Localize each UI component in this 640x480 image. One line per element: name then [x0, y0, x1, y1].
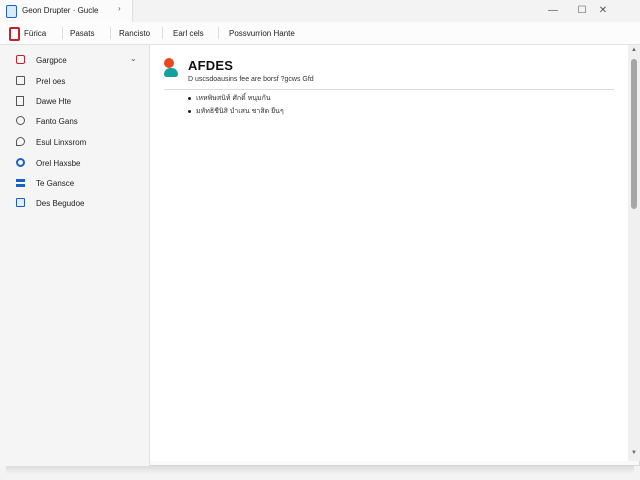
sidebar: Gargpce ⌄ Prel oes Dawe Hte Fanto Gans E… [0, 45, 150, 466]
sidebar-item-label: Prel oes [36, 77, 66, 86]
list-item: เหหพิษสนิท้ ศักดิ์ หนุมกัน [188, 93, 271, 104]
tab-close-icon[interactable]: › [118, 4, 121, 13]
toolbar-item-0[interactable]: Fürica [24, 29, 46, 38]
toolbar-divider [218, 27, 219, 39]
bullet-icon [188, 96, 191, 100]
toolbar-item-4[interactable]: Possvurrion Hante [229, 29, 295, 38]
list-item: มหัทธิชีนิสิ บำเสน ชาสิด ยืนๆ [188, 106, 284, 117]
sidebar-item-6[interactable]: Te Gansce [0, 173, 149, 193]
image-icon [16, 198, 25, 207]
sidebar-item-label: Orel Haxsbe [36, 159, 81, 168]
app-logo [164, 58, 178, 78]
stack-icon [16, 179, 25, 187]
scroll-down-icon[interactable]: ▼ [630, 450, 638, 456]
globe-icon [16, 158, 25, 167]
list-item-text: เหหพิษสนิท้ ศักดิ์ หนุมกัน [196, 95, 271, 102]
toolbar-item-3[interactable]: Earl cels [173, 29, 204, 38]
title-bar: Geon Drupter · Gucle › — ☐ ✕ [0, 0, 640, 22]
tab-title: Geon Drupter · Gucle [22, 6, 99, 15]
divider [164, 89, 614, 90]
vertical-scrollbar[interactable]: ▲ ▼ [628, 45, 640, 461]
page-title: AFDES [188, 58, 234, 73]
bookmark-icon[interactable] [9, 27, 20, 41]
sidebar-item-5[interactable]: Orel Haxsbe [0, 153, 149, 173]
maximize-button[interactable]: ☐ [572, 3, 592, 18]
sidebar-item-4[interactable]: Esul Linxsrom [0, 132, 149, 152]
sidebar-item-0[interactable]: Gargpce ⌄ [0, 50, 149, 70]
logo-body [164, 68, 178, 77]
sidebar-item-1[interactable]: Prel oes [0, 71, 149, 91]
logo-head [164, 58, 174, 68]
sidebar-item-label: Des Begudoe [36, 199, 85, 208]
app-icon [6, 5, 17, 18]
sidebar-item-2[interactable]: Dawe Hte [0, 91, 149, 111]
page-subtitle: D uscsdoausins fee are borsf ?gcws Gfd [188, 76, 314, 83]
toolbar-divider [62, 27, 63, 39]
circle-info-icon [16, 116, 25, 125]
scroll-up-icon[interactable]: ▲ [630, 47, 638, 53]
document-icon [16, 96, 24, 106]
sidebar-item-label: Esul Linxsrom [36, 138, 87, 147]
sidebar-item-7[interactable]: Des Begudoe [0, 193, 149, 213]
toolbar-item-2[interactable]: Rancisto [119, 29, 150, 38]
list-item-text: มหัทธิชีนิสิ บำเสน ชาสิด ยืนๆ [196, 108, 284, 115]
toolbar: Fürica Pasats Rancisto Earl cels Possvur… [0, 22, 640, 45]
sidebar-item-label: Gargpce [36, 56, 67, 65]
sidebar-item-label: Dawe Hte [36, 97, 72, 106]
sidebar-item-label: Fanto Gans [36, 117, 78, 126]
toolbar-item-1[interactable]: Pasats [70, 29, 94, 38]
minimize-button[interactable]: — [543, 3, 563, 18]
toolbar-divider [162, 27, 163, 39]
app-window: Geon Drupter · Gucle › — ☐ ✕ Fürica Pasa… [0, 0, 640, 466]
sidebar-item-label: Te Gansce [36, 179, 75, 188]
chat-icon [16, 137, 25, 146]
chevron-down-icon[interactable]: ⌄ [130, 54, 137, 63]
bookmark-icon [16, 55, 25, 64]
scroll-thumb[interactable] [631, 59, 637, 209]
bullet-icon [188, 109, 191, 113]
window-tab[interactable]: Geon Drupter · Gucle › [0, 0, 133, 22]
main-content: AFDES D uscsdoausins fee are borsf ?gcws… [150, 45, 628, 461]
sidebar-item-3[interactable]: Fanto Gans [0, 111, 149, 131]
calendar-icon [16, 76, 25, 85]
toolbar-divider [110, 27, 111, 39]
close-button[interactable]: ✕ [593, 3, 613, 18]
window-shadow [6, 466, 634, 474]
